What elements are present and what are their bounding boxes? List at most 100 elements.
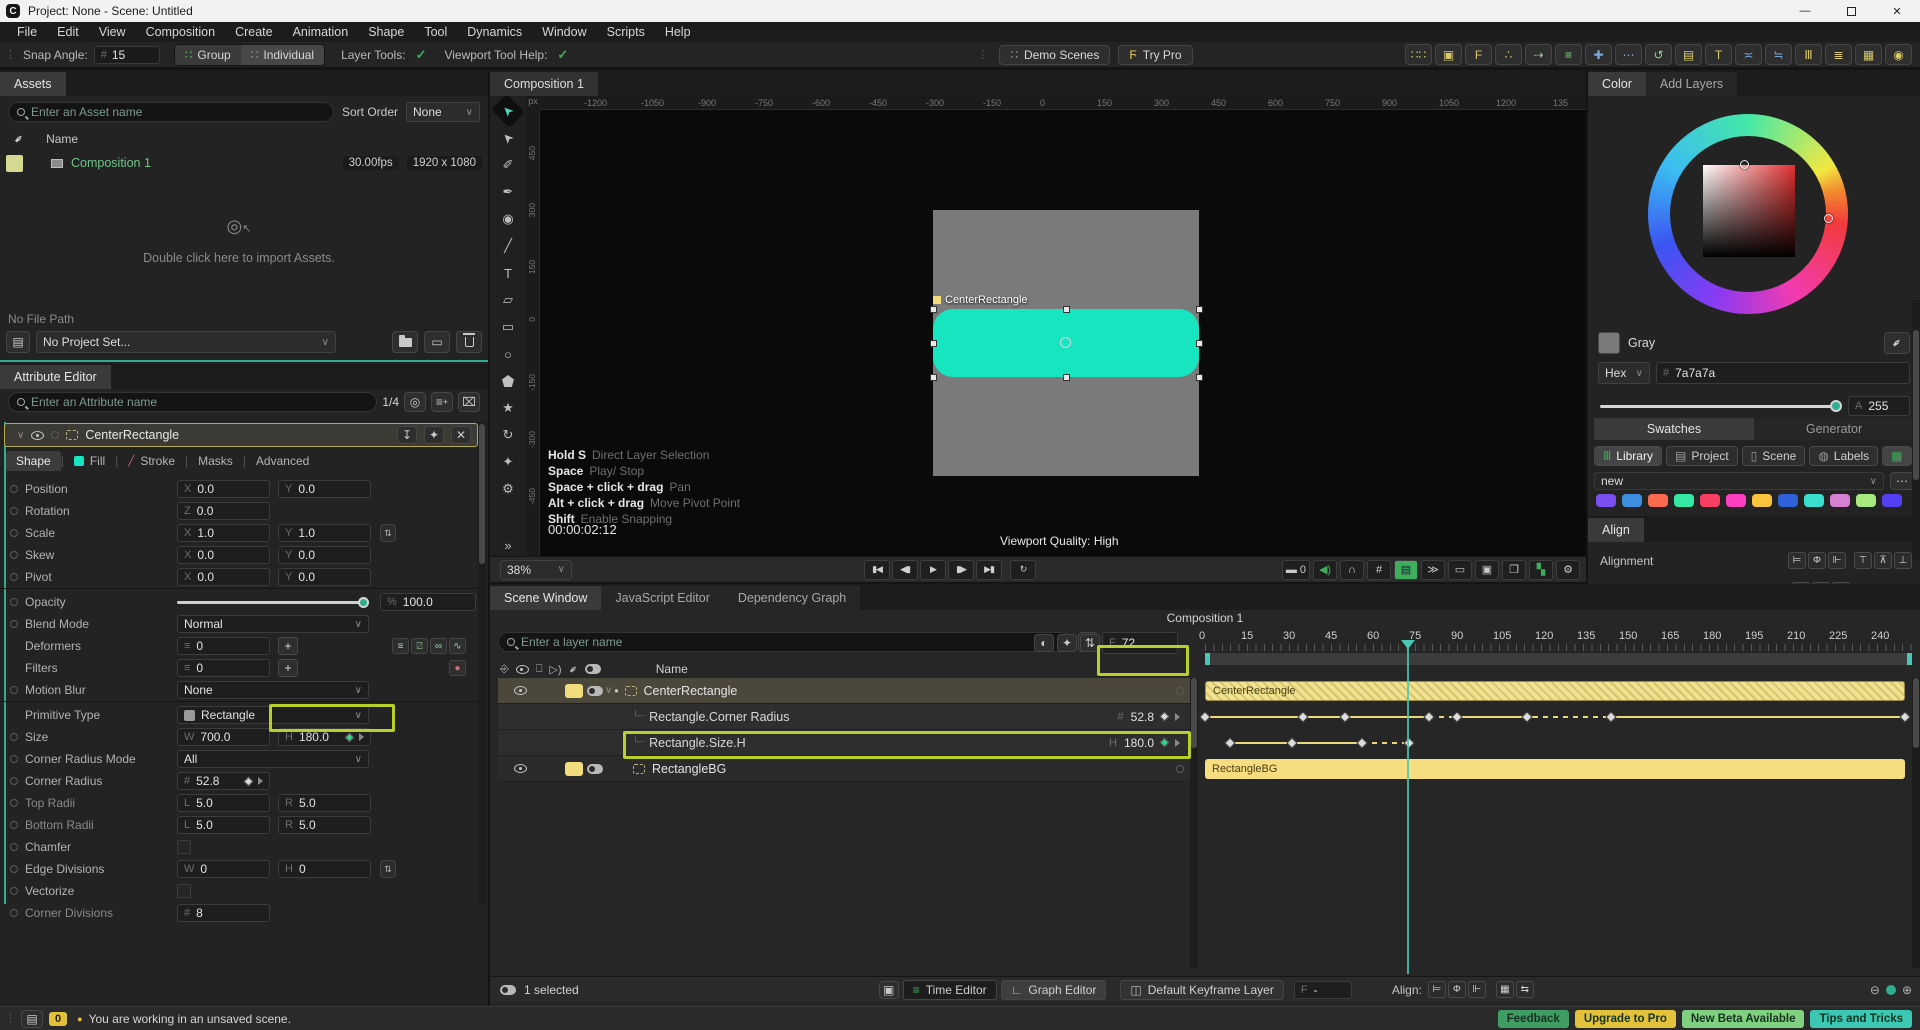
tab-javascript-editor[interactable]: JavaScript Editor <box>601 586 723 610</box>
render-column-icon[interactable]: ⎕ <box>536 663 543 676</box>
palette-swatch-9[interactable] <box>1830 494 1850 507</box>
menu-shape[interactable]: Shape <box>359 25 413 39</box>
keyframe-circle-icon[interactable] <box>10 909 18 917</box>
polygon-tool[interactable] <box>495 370 521 392</box>
tab-advanced[interactable]: Advanced <box>246 454 319 468</box>
library-tab-library[interactable]: ⅢLibrary <box>1594 446 1662 466</box>
keyframe-250[interactable] <box>1899 711 1910 722</box>
saturation-value-square[interactable] <box>1703 165 1795 257</box>
next-frame-button[interactable]: ▮▶ <box>948 560 974 580</box>
duplicator-grid-icon[interactable]: ∷∷ <box>1405 44 1432 65</box>
playback-speed-icon[interactable]: ≫ <box>1421 560 1445 580</box>
camera-toggle-icon[interactable]: ▬ 0 <box>1282 560 1310 580</box>
solo-circle-icon[interactable] <box>51 431 59 439</box>
layer-search-input[interactable]: Enter a layer name <box>498 632 1072 652</box>
viewport-settings-icon[interactable]: ⚙ <box>1556 560 1580 580</box>
alpha-slider-handle[interactable] <box>1830 400 1842 412</box>
align-horizontal-right-button[interactable]: ⊩ <box>1828 552 1846 569</box>
collapse-chevron-icon[interactable]: ∨ <box>17 430 24 441</box>
alpha-slider[interactable] <box>1600 405 1840 408</box>
clear-attribute-button[interactable]: ⌧ <box>458 392 480 412</box>
pick-attribute-button[interactable]: ◎ <box>404 392 426 412</box>
audio-column-icon[interactable]: ▷) <box>549 663 561 676</box>
statusbar-button-upgrade-to-pro[interactable]: Upgrade to Pro <box>1575 1010 1676 1028</box>
layers-icon[interactable]: ▣ <box>1475 560 1499 580</box>
grid-cells-icon[interactable]: ▦ <box>1855 44 1882 65</box>
library-tab-project[interactable]: ▤Project <box>1666 446 1738 466</box>
keyframe-80[interactable] <box>1423 711 1434 722</box>
render-camera-icon[interactable]: ◉ <box>1885 44 1912 65</box>
palette-swatch-7[interactable] <box>1778 494 1798 507</box>
spiral-tool[interactable]: ↻ <box>495 424 521 446</box>
picker-column-icon[interactable]: ✒ <box>565 661 581 677</box>
align-horizontal-left-button[interactable]: ⊨ <box>1788 552 1806 569</box>
hue-selector[interactable] <box>1824 214 1833 223</box>
tab-scene-window[interactable]: Scene Window <box>490 586 601 610</box>
stagger-alt-icon[interactable]: ≒ <box>1765 44 1792 65</box>
direct-select-tool[interactable]: ➤ <box>491 121 525 155</box>
tab-fill[interactable]: Fill <box>64 454 115 468</box>
open-folder-button[interactable] <box>392 331 418 353</box>
tab-stroke[interactable]: ╱Stroke <box>118 454 185 468</box>
viewport-tab-composition[interactable]: Composition 1 <box>490 72 598 96</box>
assets-tab[interactable]: Assets <box>0 72 66 96</box>
track-bar-centerrectangle[interactable]: CenterRectangle <box>1205 681 1905 701</box>
keyframe-115[interactable] <box>1521 711 1532 722</box>
keyframe-circle-icon[interactable] <box>10 733 18 741</box>
link-values-icon[interactable]: ⇅ <box>380 524 396 542</box>
field-scale-x[interactable]: X1.0 <box>177 524 270 542</box>
close-attributes-button[interactable]: ✕ <box>451 426 471 444</box>
menu-animation[interactable]: Animation <box>284 25 358 39</box>
keyframe-circle-icon[interactable] <box>10 865 18 873</box>
field-scale-y[interactable]: Y1.0 <box>278 524 371 542</box>
close-button[interactable]: ✕ <box>1874 0 1920 22</box>
layer-row-rectangle-corner-radius[interactable]: └┈Rectangle.Corner Radius#52.8 <box>498 704 1190 730</box>
visibility-column-icon[interactable] <box>516 665 529 674</box>
palette-swatch-11[interactable] <box>1882 494 1902 507</box>
sv-selector[interactable] <box>1740 160 1749 169</box>
menu-tool[interactable]: Tool <box>415 25 456 39</box>
keyframe-diamond-icon[interactable] <box>1160 712 1170 722</box>
menu-composition[interactable]: Composition <box>137 25 224 39</box>
key-align-0-button[interactable]: ⊨ <box>1428 981 1446 998</box>
more-tools[interactable]: » <box>495 534 521 556</box>
selection-handle[interactable] <box>1196 306 1203 313</box>
dropdown-blend-mode[interactable]: Normal∨ <box>177 615 369 633</box>
field-skew-y[interactable]: Y0.0 <box>278 546 371 564</box>
link-icon[interactable]: ∞ <box>430 638 447 654</box>
keyframe-frame-field[interactable]: F- <box>1294 981 1352 999</box>
palette-swatch-10[interactable] <box>1856 494 1876 507</box>
statusbar-button-tips-and-tricks[interactable]: Tips and Tricks <box>1810 1010 1912 1028</box>
dock-button[interactable]: ▣ <box>879 981 899 999</box>
dropdown-motion-blur[interactable]: None∨ <box>177 681 369 699</box>
align-horizontal-center-button[interactable]: Φ <box>1808 552 1826 569</box>
statusbar-button-feedback[interactable]: Feedback <box>1498 1010 1569 1028</box>
frame-bounds-icon[interactable]: ▭ <box>1448 560 1472 580</box>
connect-arrow-icon[interactable]: ⇢ <box>1525 44 1552 65</box>
keyframe-diamond-icon[interactable] <box>345 732 355 742</box>
align-vertical-top-button[interactable]: ⊤ <box>1854 552 1872 569</box>
layer-solo-icon[interactable] <box>587 686 603 696</box>
brush-tool[interactable]: ✐ <box>495 154 521 176</box>
selection-handle[interactable] <box>930 306 937 313</box>
align-vertical-bottom-button[interactable]: ⊥ <box>1894 552 1912 569</box>
attribute-search-input[interactable]: Enter an Attribute name <box>8 392 377 412</box>
viewport-tool-help-checkbox[interactable]: ✓ <box>557 47 568 63</box>
keyframe-circle-icon[interactable] <box>10 777 18 785</box>
align-tab[interactable]: Align <box>1588 518 1644 542</box>
keyframe-circle-icon[interactable] <box>10 573 18 581</box>
field-corner-radius-#[interactable]: #52.8 <box>177 772 270 790</box>
add-attribute-button[interactable]: ≡+ <box>431 392 453 412</box>
current-color-swatch[interactable] <box>1598 332 1620 354</box>
opacity-field[interactable]: %100.0 <box>380 593 476 611</box>
project-dropdown[interactable]: No Project Set...∨ <box>36 331 336 353</box>
filter-settings-button[interactable]: ⇅ <box>1080 634 1100 652</box>
asset-name[interactable]: Composition 1 <box>71 156 151 170</box>
layer-list-scrollbar[interactable] <box>1190 678 1198 968</box>
dropdown-primitive-type[interactable]: Rectangle∨ <box>177 706 369 724</box>
color-mode-dropdown[interactable]: Hex∨ <box>1598 362 1650 384</box>
guides-icon[interactable]: ▤ <box>1394 560 1418 580</box>
selection-handle[interactable] <box>930 374 937 381</box>
field-bottom-radii-l[interactable]: L5.0 <box>177 816 270 834</box>
palette-dropdown[interactable]: new∨ <box>1594 472 1884 490</box>
